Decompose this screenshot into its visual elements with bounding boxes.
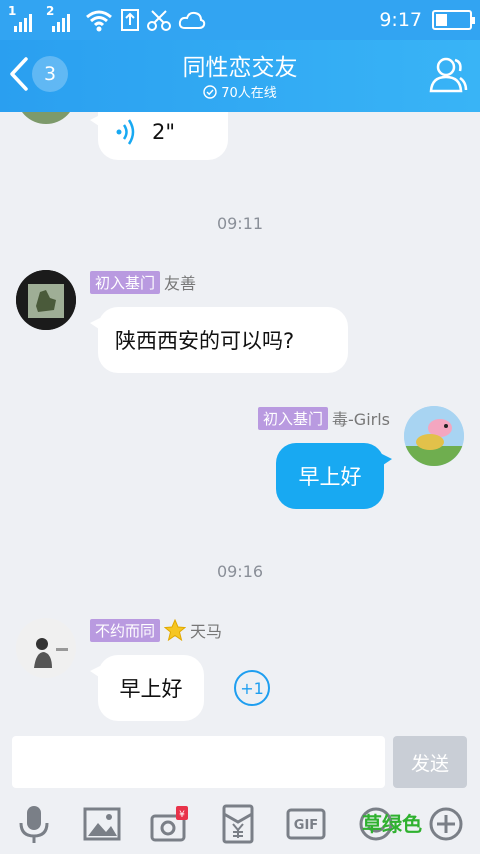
input-bar: 发送 (0, 726, 480, 792)
avatar-image (16, 618, 76, 678)
camera-redpacket-button[interactable]: ¥ (150, 804, 190, 844)
voice-wave-icon (116, 119, 135, 145)
star-icon (164, 619, 187, 641)
message-input[interactable] (12, 736, 385, 788)
member-title-badge: 初入基门 (258, 406, 329, 430)
avatar-image (16, 270, 76, 330)
message-bubble[interactable]: 早上好 (90, 655, 204, 721)
plus-circle-icon (429, 807, 463, 841)
cloud-icon (178, 11, 206, 29)
voice-input-button[interactable] (14, 804, 54, 844)
sender-name[interactable]: 友善 (164, 270, 196, 294)
status-left: 1 2 (8, 4, 206, 34)
red-packet-icon (222, 804, 254, 844)
sender-name[interactable]: 天马 (190, 618, 222, 642)
my-message-bubble[interactable]: 早上好 (276, 443, 392, 509)
message-text: 早上好 (298, 465, 362, 489)
camera-icon: ¥ (150, 806, 188, 842)
sender-name[interactable]: 毒-Girls (332, 406, 390, 430)
screenshot-tool-icon (147, 10, 171, 31)
more-button[interactable] (426, 804, 466, 844)
wifi-icon (86, 10, 112, 32)
gif-button[interactable]: GIF (286, 804, 326, 844)
signal-sim2-icon: 2 (46, 4, 78, 32)
sender-meta: 初入基门 友善 (90, 270, 196, 294)
member-title-badge: 初入基门 (90, 270, 161, 294)
timestamp: 09:11 (216, 214, 264, 233)
message-list[interactable]: 2" 09:11 初入基门 友善 陕西西安的可以吗? 初入基门 毒-Girls … (0, 112, 480, 726)
microphone-icon (19, 806, 49, 843)
my-avatar[interactable] (404, 406, 464, 466)
status-bar: 1 2 9:17 (0, 0, 480, 40)
message-text: 陕西西安的可以吗? (115, 329, 295, 353)
clock: 9:17 (379, 9, 422, 31)
timestamp: 09:16 (216, 562, 264, 581)
member-title-badge: 不约而同 (90, 618, 161, 642)
yen-mark: ¥ (179, 810, 185, 820)
status-right: 9:17 (379, 6, 475, 34)
voice-duration: 2" (152, 120, 176, 144)
send-button[interactable]: 发送 (393, 736, 467, 788)
message-bubble[interactable]: 陕西西安的可以吗? (90, 307, 348, 373)
online-status: 70人在线 (0, 82, 480, 101)
voice-message-bubble[interactable]: 2" (90, 112, 228, 160)
gif-label: GIF (294, 818, 318, 833)
sender-meta: 初入基门 毒-Girls (258, 406, 390, 430)
avatar[interactable] (16, 270, 76, 330)
image-button[interactable] (82, 804, 122, 844)
red-packet-button[interactable] (218, 804, 258, 844)
message-text: 早上好 (119, 677, 183, 701)
image-icon (83, 807, 121, 841)
plus-one-button[interactable]: +1 (234, 670, 270, 706)
gif-icon: GIF (286, 808, 326, 840)
signal-sim1-icon: 1 (8, 4, 40, 32)
check-circle-icon (203, 84, 217, 99)
sender-meta: 不约而同 天马 (90, 618, 222, 642)
battery-icon (432, 10, 475, 30)
watermark-text: 草绿色 (362, 812, 422, 836)
chat-header: 3 同性恋交友 70人在线 (0, 40, 480, 112)
avatar[interactable] (16, 112, 76, 124)
avatar[interactable] (16, 618, 76, 678)
online-count: 70人在线 (221, 86, 277, 101)
group-title: 同性恋交友 (182, 55, 298, 81)
upload-icon (121, 9, 139, 31)
avatar-image (404, 406, 464, 466)
group-members-icon[interactable] (428, 54, 468, 94)
